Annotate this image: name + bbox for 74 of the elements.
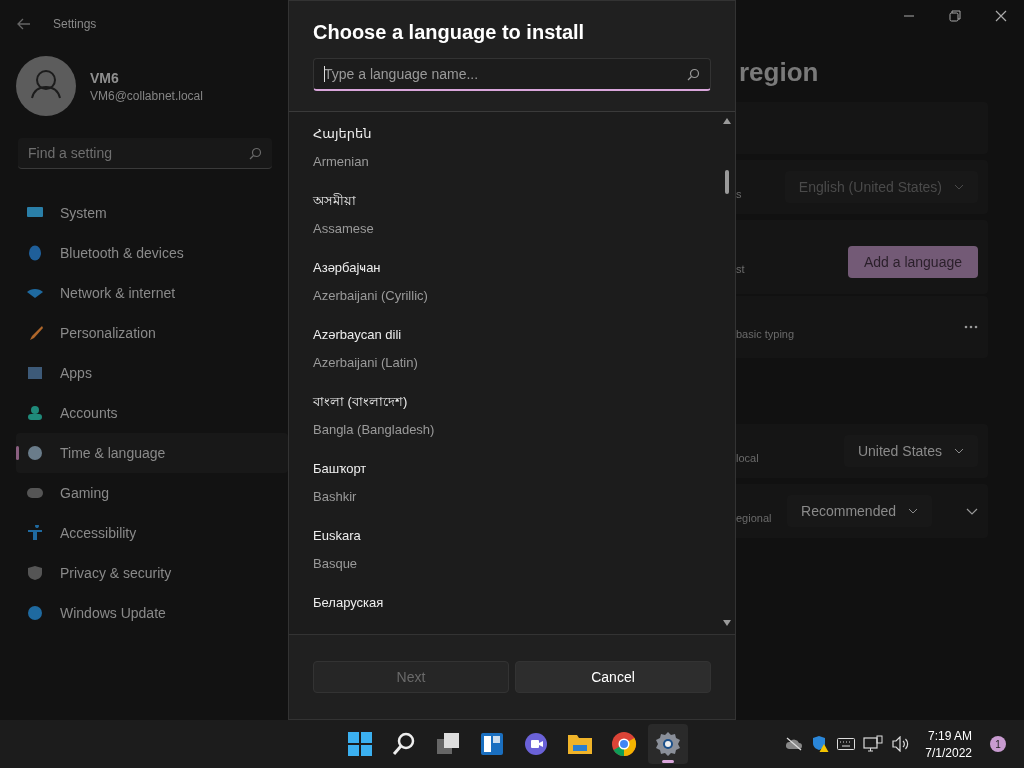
native-name[interactable]: Беларуская bbox=[313, 595, 698, 611]
windows-stack-icon bbox=[435, 731, 461, 757]
dialog-title: Choose a language to install bbox=[313, 21, 586, 44]
english-name: Bangla (Bangladesh) bbox=[313, 422, 436, 438]
search-icon bbox=[249, 146, 262, 160]
chevron-icon bbox=[954, 184, 964, 190]
dialog-button[interactable]: Cancel bbox=[515, 661, 711, 693]
clock-time[interactable]: 7:19 AM bbox=[927, 728, 972, 743]
native-name[interactable]: বাংলা (বাংলাদেশ) bbox=[313, 394, 698, 410]
back-arrow-icon[interactable] bbox=[17, 18, 31, 30]
nav-item[interactable]: Accessibility bbox=[16, 513, 288, 553]
english-name: Azerbaijani (Cyrillic) bbox=[313, 288, 429, 304]
settings-icon bbox=[655, 731, 681, 757]
nav-item[interactable]: Accounts bbox=[16, 393, 288, 433]
expand-chevron-icon[interactable] bbox=[966, 507, 978, 515]
row-label: basic typing bbox=[736, 327, 795, 340]
more-icon[interactable] bbox=[964, 325, 978, 329]
chevron-icon bbox=[908, 508, 918, 514]
row-label: local bbox=[736, 451, 759, 464]
nav-item[interactable]: Network & internet bbox=[16, 273, 288, 313]
nav-icon bbox=[26, 245, 44, 261]
native-name[interactable]: Հայերեն bbox=[313, 126, 698, 142]
page-title: region bbox=[739, 57, 820, 88]
shield-warning-icon[interactable] bbox=[811, 735, 830, 753]
cloud-off-icon[interactable] bbox=[785, 737, 804, 751]
window-title: Settings bbox=[53, 17, 97, 31]
english-name: Bashkir bbox=[313, 489, 358, 505]
nav-icon bbox=[26, 525, 44, 541]
nav-item[interactable]: Apps bbox=[16, 353, 288, 393]
nav-item[interactable]: Windows Update bbox=[16, 593, 288, 633]
keyboard-icon[interactable] bbox=[837, 738, 856, 750]
avatar-icon bbox=[16, 56, 76, 116]
native-name[interactable]: Azərbaycan dili bbox=[313, 327, 698, 343]
english-name: Armenian bbox=[313, 154, 370, 170]
nav-icon bbox=[26, 565, 44, 581]
windows-icon bbox=[347, 731, 373, 757]
user-name: VM6 bbox=[90, 69, 120, 86]
restore-icon[interactable] bbox=[949, 10, 961, 22]
nav-icon bbox=[26, 405, 44, 421]
native-name[interactable]: Башҡорт bbox=[313, 461, 698, 477]
clock-date[interactable]: 7/1/2022 bbox=[925, 745, 972, 760]
nav-item[interactable]: Bluetooth & devices bbox=[16, 233, 288, 273]
row-label: st bbox=[736, 262, 745, 275]
nav-icon bbox=[26, 445, 44, 461]
nav-item[interactable]: Time & language bbox=[16, 433, 288, 473]
nav-item[interactable]: Privacy & security bbox=[16, 553, 288, 593]
language-search-field[interactable]: Type a language name... bbox=[313, 58, 711, 91]
nav-icon bbox=[26, 365, 44, 381]
chevron-icon bbox=[954, 448, 964, 454]
taskbar-app[interactable] bbox=[648, 724, 688, 764]
nav-item[interactable]: Personalization bbox=[16, 313, 288, 353]
native-name[interactable]: অসমীয়া bbox=[313, 193, 698, 209]
nav-item[interactable]: Gaming bbox=[16, 473, 288, 513]
nav-icon bbox=[26, 605, 44, 621]
search-icon bbox=[687, 67, 700, 81]
native-name[interactable]: Euskara bbox=[313, 528, 698, 544]
english-name: Basque bbox=[313, 556, 359, 572]
search-field[interactable]: Find a setting bbox=[18, 138, 272, 169]
close-icon[interactable] bbox=[995, 10, 1007, 22]
browser-icon bbox=[611, 731, 637, 757]
search-icon bbox=[391, 731, 417, 757]
scrollbar[interactable] bbox=[722, 116, 732, 628]
row-label: s bbox=[736, 187, 742, 200]
widgets-icon bbox=[479, 731, 505, 757]
row-label: egional bbox=[736, 511, 772, 524]
english-name: Azerbaijani (Latin) bbox=[313, 355, 419, 371]
english-name: Assamese bbox=[313, 221, 375, 237]
nav-icon bbox=[26, 485, 44, 501]
nav-item[interactable]: System bbox=[16, 193, 288, 233]
chat-icon bbox=[523, 731, 549, 757]
notification-badge[interactable]: 1 bbox=[990, 736, 1006, 752]
user-email: VM6@collabnet.local bbox=[90, 88, 203, 103]
network-icon[interactable] bbox=[863, 735, 884, 753]
native-name[interactable]: Азәрбајҹан bbox=[313, 260, 698, 276]
